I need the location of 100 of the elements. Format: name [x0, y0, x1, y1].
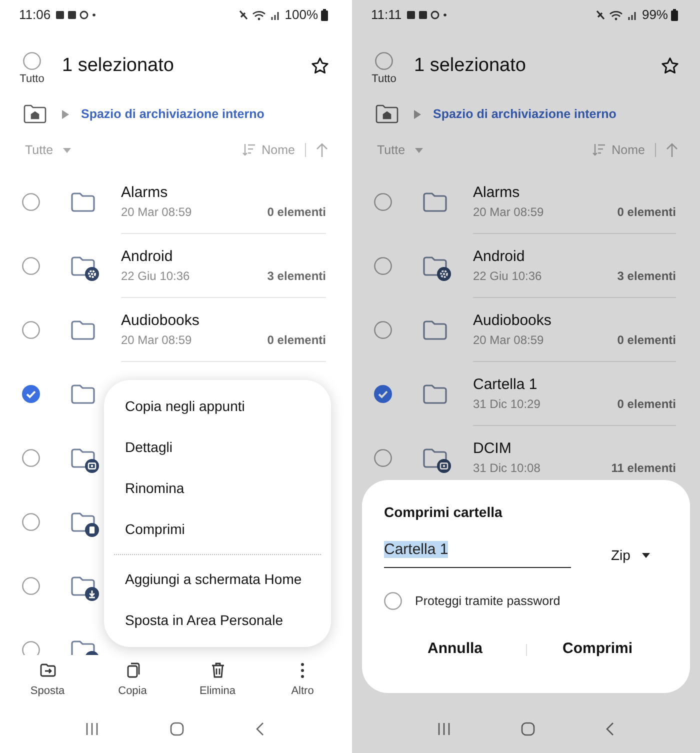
- dialog-button[interactable]: Annulla: [384, 634, 526, 665]
- folder-name: Alarms: [473, 182, 521, 202]
- folder-icon: [70, 255, 96, 277]
- checkbox[interactable]: [374, 321, 392, 339]
- dialog-title: Comprimi cartella: [384, 503, 504, 522]
- folder-icon: [70, 639, 96, 655]
- breadcrumb-arrow-icon: [62, 110, 69, 118]
- breadcrumb-arrow-icon: [414, 110, 421, 118]
- checkbox[interactable]: [22, 513, 40, 531]
- toolbar-button[interactable]: Copia: [90, 655, 175, 705]
- folder-icon: [70, 319, 96, 341]
- gear-badge-icon: [437, 267, 451, 281]
- breadcrumb-link[interactable]: Spazio di archiviazione interno: [433, 104, 616, 124]
- caret-icon: [63, 148, 72, 152]
- breadcrumb-link[interactable]: Spazio di archiviazione interno: [81, 104, 264, 124]
- folder-date: 20 Mar 08:59: [473, 332, 544, 348]
- item-count: 0 elementi: [617, 204, 676, 220]
- back-icon[interactable]: [605, 722, 615, 736]
- menu-item[interactable]: Dettagli: [104, 427, 331, 468]
- folder-name: Android: [473, 246, 526, 266]
- format-dropdown[interactable]: Zip: [611, 544, 650, 566]
- sort-direction-icon[interactable]: [316, 143, 328, 157]
- dialog-button[interactable]: Comprimi: [527, 634, 668, 665]
- folder-date: 31 Dic 10:08: [473, 460, 540, 477]
- folder-date: 20 Mar 08:59: [473, 204, 544, 220]
- select-all-checkbox-icon: [23, 52, 41, 70]
- toolbar-button[interactable]: Altro: [260, 655, 345, 705]
- checkbox[interactable]: [22, 257, 40, 275]
- folder-date: 20 Mar 08:59: [121, 332, 192, 348]
- folder-icon: [70, 575, 96, 597]
- folder-icon: [70, 383, 96, 405]
- status-time: 11:06: [19, 6, 51, 24]
- checkbox[interactable]: [374, 257, 392, 275]
- select-all-button[interactable]: Tutto: [16, 52, 48, 88]
- folder-date: 31 Dic 10:29: [473, 396, 540, 412]
- password-option-label: Proteggi tramite password: [415, 592, 560, 610]
- checkbox[interactable]: [22, 385, 40, 403]
- more-icon: [301, 662, 304, 678]
- checkbox[interactable]: [374, 449, 392, 467]
- folder-icon: [422, 447, 448, 469]
- sort-direction-icon[interactable]: [666, 143, 678, 157]
- back-icon[interactable]: [254, 722, 265, 736]
- item-count: 3 elementi: [267, 268, 326, 284]
- checkbox[interactable]: [374, 385, 392, 403]
- recent-apps-icon[interactable]: [437, 722, 451, 736]
- battery-icon: [321, 9, 328, 21]
- sort-icon: [242, 144, 256, 156]
- checkbox[interactable]: [22, 321, 40, 339]
- checkbox[interactable]: [22, 641, 40, 655]
- checkbox[interactable]: [384, 592, 402, 610]
- folder-name: Audiobooks: [473, 310, 552, 330]
- folder-date: 22 Giu 10:36: [473, 268, 542, 284]
- folder-name: Audiobooks: [121, 310, 200, 330]
- item-count: 11 elementi: [611, 460, 676, 477]
- home-icon[interactable]: [521, 722, 535, 736]
- checkbox[interactable]: [22, 193, 40, 211]
- star-icon[interactable]: [660, 56, 680, 76]
- caret-icon: [415, 148, 424, 152]
- checkbox[interactable]: [22, 577, 40, 595]
- item-count: 0 elementi: [617, 332, 676, 348]
- battery-percentage: 99%: [642, 6, 668, 24]
- checkbox[interactable]: [22, 449, 40, 467]
- camera-badge-icon: [437, 459, 451, 473]
- menu-item[interactable]: Comprimi: [104, 509, 331, 550]
- folder-icon: [70, 191, 96, 213]
- folder-icon: [422, 383, 448, 405]
- menu-item[interactable]: Rinomina: [104, 468, 331, 509]
- sort-icon: [592, 144, 606, 156]
- home-folder-icon[interactable]: [23, 104, 47, 124]
- recent-apps-icon[interactable]: [85, 722, 100, 736]
- checkbox[interactable]: [374, 193, 392, 211]
- folder-icon: [422, 255, 448, 277]
- folder-name: Cartella 1: [473, 374, 538, 394]
- battery-percentage: 100%: [284, 6, 318, 24]
- toolbar-button[interactable]: Elimina: [175, 655, 260, 705]
- toolbar-button[interactable]: Sposta: [5, 655, 90, 705]
- menu-item[interactable]: Aggiungi a schermata Home: [114, 559, 321, 600]
- status-time: 11:11: [371, 6, 402, 24]
- select-all-button[interactable]: Tutto: [368, 52, 400, 88]
- item-count: 0 elementi: [267, 332, 326, 348]
- caret-icon: [642, 552, 650, 558]
- selection-title: 1 selezionato: [414, 54, 527, 78]
- selection-title: 1 selezionato: [62, 54, 175, 78]
- folder-icon: [70, 511, 96, 533]
- folder-name: Alarms: [121, 182, 169, 202]
- camera-badge-icon: [85, 459, 99, 473]
- home-folder-icon[interactable]: [375, 104, 399, 124]
- menu-item[interactable]: Sposta in Area Personale: [114, 600, 321, 641]
- archive-name-field[interactable]: Cartella 1: [384, 539, 571, 568]
- battery-icon: [671, 9, 678, 21]
- star-icon[interactable]: [310, 56, 330, 76]
- item-count: 3 elementi: [617, 268, 676, 284]
- folder-icon: [70, 447, 96, 469]
- folder-icon: [422, 191, 448, 213]
- folder-date: 20 Mar 08:59: [121, 204, 192, 220]
- home-icon[interactable]: [170, 722, 184, 736]
- file-badge-icon: [85, 523, 99, 537]
- folder-icon: [422, 319, 448, 341]
- download-badge-icon: [85, 587, 99, 601]
- menu-item[interactable]: Copia negli appunti: [104, 386, 331, 427]
